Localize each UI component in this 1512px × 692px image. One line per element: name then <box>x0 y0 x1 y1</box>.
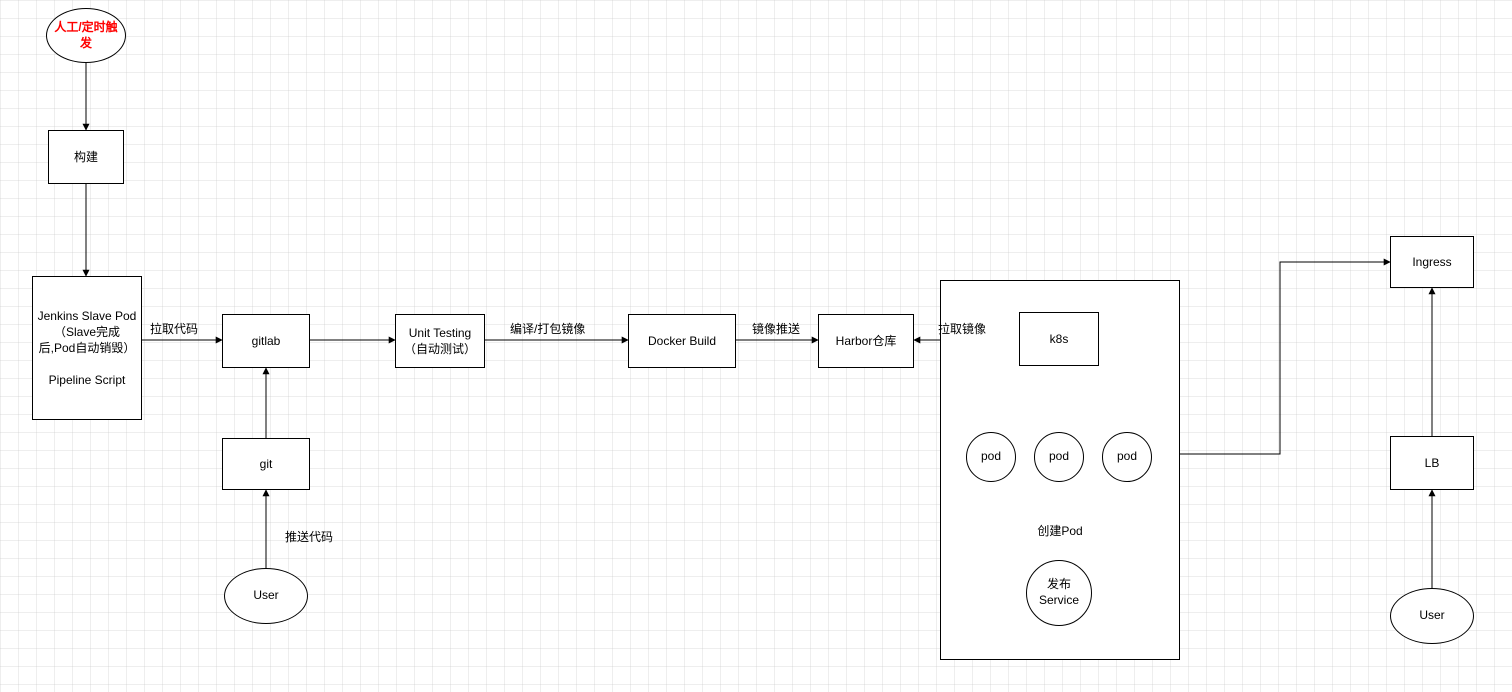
trigger-label: 人工/定时触发 <box>51 20 121 51</box>
compile-label: 编译/打包镜像 <box>510 320 585 337</box>
gitlab-label: gitlab <box>252 333 281 349</box>
build-node: 构建 <box>48 130 124 184</box>
harbor-label: Harbor仓库 <box>836 333 897 349</box>
pod2-node: pod <box>1034 432 1084 482</box>
lb-label: LB <box>1425 455 1440 471</box>
gitlab-node: gitlab <box>222 314 310 368</box>
k8s-label: k8s <box>1050 331 1069 347</box>
git-node: git <box>222 438 310 490</box>
build-label: 构建 <box>74 149 98 165</box>
lb-node: LB <box>1390 436 1474 490</box>
docker-build-node: Docker Build <box>628 314 736 368</box>
ingress-label: Ingress <box>1412 254 1451 270</box>
pod3-label: pod <box>1117 449 1137 465</box>
pod1-label: pod <box>981 449 1001 465</box>
create-pod-label: 创建Pod <box>1010 522 1110 539</box>
unit-testing-node: Unit Testing（自动测试） <box>395 314 485 368</box>
pod2-label: pod <box>1049 449 1069 465</box>
trigger-node: 人工/定时触发 <box>46 8 126 63</box>
jenkins-label: Jenkins Slave Pod（Slave完成后,Pod自动销毁） Pipe… <box>37 308 137 389</box>
push-code-label: 推送代码 <box>285 528 333 545</box>
docker-build-label: Docker Build <box>648 333 716 349</box>
pull-code-label: 拉取代码 <box>150 320 198 337</box>
pod3-node: pod <box>1102 432 1152 482</box>
publish-service-label: 发布Service <box>1031 577 1087 608</box>
git-label: git <box>260 456 273 472</box>
user-left-node: User <box>224 568 308 624</box>
user-right-node: User <box>1390 588 1474 644</box>
image-push-label: 镜像推送 <box>752 320 800 337</box>
publish-service-node: 发布Service <box>1026 560 1092 626</box>
pull-image-label: 拉取镜像 <box>938 320 986 337</box>
k8s-node: k8s <box>1019 312 1099 366</box>
user-right-label: User <box>1419 608 1444 624</box>
unit-testing-label: Unit Testing（自动测试） <box>400 325 480 357</box>
jenkins-node: Jenkins Slave Pod（Slave完成后,Pod自动销毁） Pipe… <box>32 276 142 420</box>
pod1-node: pod <box>966 432 1016 482</box>
harbor-node: Harbor仓库 <box>818 314 914 368</box>
ingress-node: Ingress <box>1390 236 1474 288</box>
user-left-label: User <box>253 588 278 604</box>
